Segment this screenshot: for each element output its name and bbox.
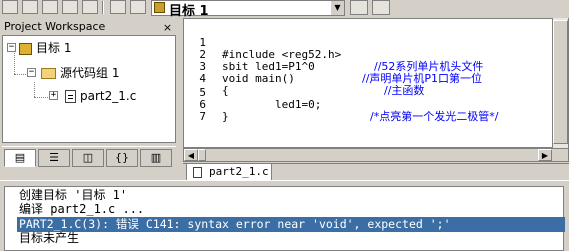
registers-icon: ☰ bbox=[49, 151, 59, 164]
file-tab-label: part2_1.c bbox=[209, 165, 269, 178]
templates-icon: ▥ bbox=[150, 151, 162, 164]
workspace-tabs: ▤ ☰ ◫ {} ▥ bbox=[2, 146, 176, 168]
code-comment: /*点亮第一个发光二极管*/ bbox=[370, 110, 499, 123]
tab-functions[interactable]: {} bbox=[106, 149, 138, 167]
code-editor[interactable]: 1 #include <reg52.h> //52系列单片机头文件 2 sbit… bbox=[183, 18, 569, 148]
target-select-value: 目标 1 bbox=[169, 4, 209, 19]
collapse-icon[interactable]: − bbox=[27, 68, 36, 77]
workspace-title: Project Workspace × bbox=[2, 20, 176, 34]
functions-icon: {} bbox=[115, 151, 129, 164]
tab-books[interactable]: ◫ bbox=[72, 149, 104, 167]
code-text: { bbox=[222, 84, 229, 97]
chevron-down-icon[interactable]: ▼ bbox=[330, 1, 344, 15]
output-line: 编译 part2_1.c ... bbox=[19, 202, 145, 216]
output-line: 创建目标 '目标 1' bbox=[19, 188, 128, 202]
toolbar: 目标 1 ▼ bbox=[0, 0, 569, 19]
code-line: 4 { bbox=[184, 61, 228, 97]
tab-files[interactable]: ▤ bbox=[4, 149, 36, 167]
scrollbar-thumb[interactable] bbox=[198, 149, 206, 161]
code-line: 7 bbox=[184, 99, 211, 123]
tree-item-label: 目标 1 bbox=[36, 41, 72, 55]
code-line: 3 void main() //主函数 bbox=[184, 49, 424, 97]
close-icon[interactable]: × bbox=[161, 21, 174, 34]
project-workspace: Project Workspace × − 目标 1 − 源代码组 1 + pa… bbox=[0, 18, 178, 180]
collapse-icon[interactable]: − bbox=[7, 43, 16, 52]
scroll-right-icon[interactable]: ▶ bbox=[538, 149, 552, 161]
code-line: 2 sbit led1=P1^0 //声明单片机P1口第一位 bbox=[184, 37, 482, 85]
tree-item-source-group-content: 源代码组 1 bbox=[41, 65, 119, 81]
code-line: 1 #include <reg52.h> //52系列单片机头文件 bbox=[184, 25, 483, 73]
files-icon: ▤ bbox=[14, 151, 26, 164]
code-line: 5 led1=0; /*点亮第一个发光二极管*/ bbox=[184, 75, 498, 123]
output-line: 目标未产生 bbox=[19, 231, 80, 245]
file-icon bbox=[193, 167, 202, 178]
batch-build-icon[interactable] bbox=[62, 0, 78, 14]
tab-templates[interactable]: ▥ bbox=[140, 149, 172, 167]
options-icon[interactable] bbox=[130, 0, 146, 14]
tree-connector bbox=[14, 74, 26, 75]
tab-registers[interactable]: ☰ bbox=[38, 149, 70, 167]
scroll-left-icon[interactable]: ◀ bbox=[184, 149, 198, 161]
toolbar-separator bbox=[102, 1, 104, 14]
tab-part2-1-c[interactable]: part2_1.c bbox=[186, 164, 272, 181]
code-text: led1=0; bbox=[222, 98, 322, 111]
tree-item-file-content: part2_1.c bbox=[65, 88, 136, 104]
target-select[interactable]: 目标 1 ▼ bbox=[151, 0, 345, 19]
output-error-line[interactable]: PART2_1.C(3): 错误 C141: syntax error near… bbox=[17, 217, 565, 232]
line-number: 7 bbox=[199, 110, 206, 123]
translate-icon[interactable] bbox=[2, 0, 18, 14]
download-icon[interactable] bbox=[82, 0, 98, 14]
code-line: 6 } bbox=[184, 87, 228, 123]
build-icon[interactable] bbox=[22, 0, 38, 14]
tree-item-label: 源代码组 1 bbox=[60, 66, 120, 80]
editor-vertical-scrollbar[interactable] bbox=[552, 18, 568, 148]
code-comment: //主函数 bbox=[384, 84, 425, 97]
target-icon bbox=[154, 2, 165, 13]
target-icon bbox=[19, 42, 32, 55]
expand-icon[interactable]: + bbox=[49, 91, 58, 100]
stop-build-icon[interactable] bbox=[110, 0, 126, 14]
tree-item-target-content: 目标 1 bbox=[19, 40, 71, 56]
tree-connector bbox=[34, 97, 48, 98]
output-window[interactable]: 创建目标 '目标 1' 编译 part2_1.c ... PART2_1.C(3… bbox=[4, 186, 565, 251]
tree-item-label: part2_1.c bbox=[80, 89, 137, 103]
scrollbar-thumb[interactable] bbox=[553, 20, 568, 144]
rebuild-icon[interactable] bbox=[42, 0, 58, 14]
books-icon: ◫ bbox=[82, 151, 94, 164]
tree-connector bbox=[34, 82, 35, 97]
code-text: void main() bbox=[222, 72, 295, 85]
output-splitter[interactable] bbox=[0, 180, 569, 185]
editor-horizontal-scrollbar[interactable]: ◀ ▶ bbox=[183, 148, 569, 162]
code-text: } bbox=[222, 110, 229, 123]
workspace-title-text: Project Workspace bbox=[4, 20, 106, 33]
file-tab-bar: part2_1.c bbox=[183, 163, 569, 181]
manage-components-icon[interactable] bbox=[372, 0, 390, 15]
file-icon bbox=[65, 90, 76, 103]
folder-icon bbox=[41, 68, 56, 79]
target-options-icon[interactable] bbox=[350, 0, 368, 15]
project-tree: − 目标 1 − 源代码组 1 + part2_1.c bbox=[2, 35, 176, 143]
